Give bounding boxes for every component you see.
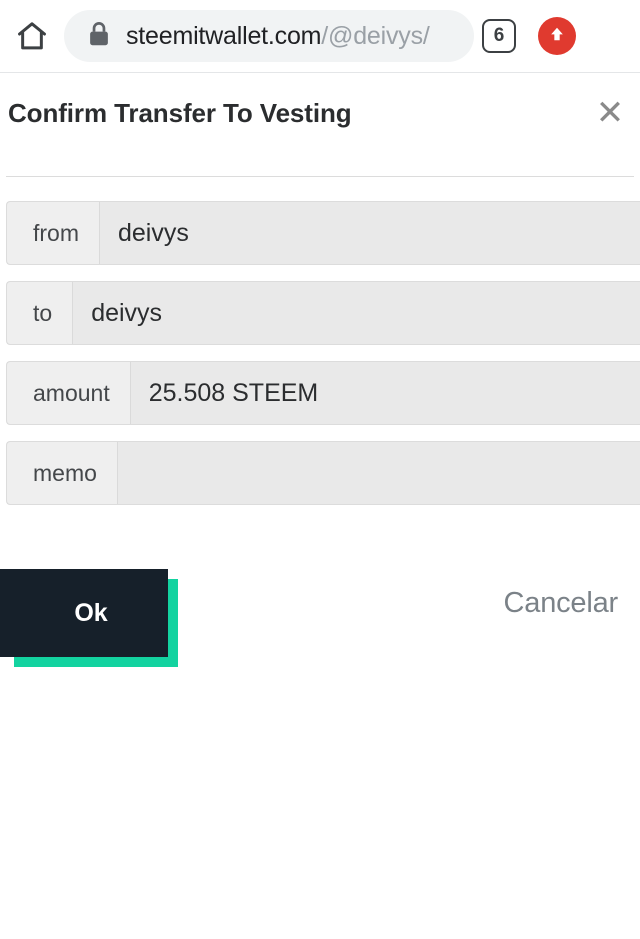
url-text: steemitwallet.com/@deivys/ [126, 22, 430, 51]
confirm-form: from deivys to deivys amount 25.508 STEE… [0, 177, 640, 505]
field-label-to: to [7, 282, 74, 344]
form-row-memo: memo [6, 441, 640, 505]
field-label-from: from [7, 202, 100, 264]
form-row-from: from deivys [6, 201, 640, 265]
tab-counter-button[interactable]: 6 [482, 19, 516, 53]
field-label-amount: amount [7, 362, 131, 424]
url-domain: steemitwallet.com [126, 21, 322, 50]
close-icon[interactable]: ✕ [588, 91, 632, 135]
field-value-amount: 25.508 STEEM [130, 362, 640, 424]
lock-icon [88, 21, 110, 52]
field-value-memo [117, 442, 640, 504]
home-button[interactable] [4, 8, 60, 64]
form-row-amount: amount 25.508 STEEM [6, 361, 640, 425]
update-button[interactable] [538, 17, 576, 55]
page-content: Confirm Transfer To Vesting ✕ from deivy… [0, 74, 640, 939]
field-value-to: deivys [73, 282, 640, 344]
cancel-button[interactable]: Cancelar [504, 587, 619, 620]
field-value-from: deivys [100, 202, 640, 264]
home-icon [15, 19, 49, 53]
form-row-to: to deivys [6, 281, 640, 345]
tab-count-label: 6 [493, 25, 505, 46]
field-label-memo: memo [7, 442, 118, 504]
dialog-actions: Ok Cancelar [0, 569, 640, 689]
page-title: Confirm Transfer To Vesting [8, 97, 352, 128]
up-arrow-icon [547, 24, 567, 49]
url-path: /@deivys/ [321, 21, 430, 50]
ok-button[interactable]: Ok [0, 569, 168, 657]
ok-button-wrapper: Ok [0, 569, 178, 667]
address-bar[interactable]: steemitwallet.com/@deivys/ [64, 10, 474, 62]
browser-toolbar: steemitwallet.com/@deivys/ 6 [0, 0, 640, 73]
dialog-header: Confirm Transfer To Vesting ✕ [0, 74, 640, 152]
screen: steemitwallet.com/@deivys/ 6 Confirm Tra… [0, 0, 640, 939]
